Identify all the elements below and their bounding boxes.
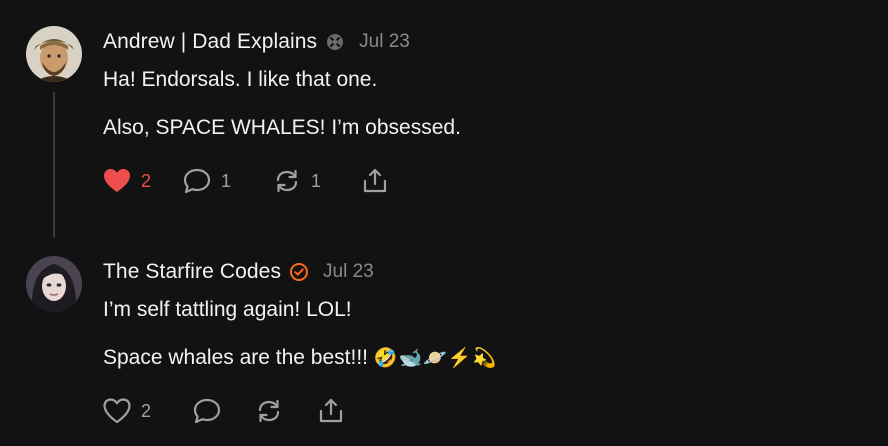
restack-count: 1: [311, 170, 322, 191]
restack-button[interactable]: [255, 398, 317, 424]
emoji-sequence: 🤣🐋🪐⚡💫: [373, 348, 498, 369]
restack-icon: [255, 398, 283, 424]
comment-header: Andrew | Dad Explains Jul 23: [103, 27, 410, 57]
comment-actions: 2 1 1: [103, 166, 389, 196]
reply-button[interactable]: [193, 398, 255, 424]
orange-check-badge-icon: [289, 262, 309, 282]
avatar-starfire[interactable]: [26, 256, 82, 312]
like-button[interactable]: 2: [103, 398, 193, 424]
comment-text: Space whales are the best!!!: [103, 346, 368, 369]
restack-button[interactable]: 1: [273, 168, 361, 194]
comment-text-line: Also, SPACE WHALES! I’m obsessed.: [103, 116, 461, 139]
comment-text-line: Ha! Endorsals. I like that one.: [103, 68, 378, 91]
like-button[interactable]: 2: [103, 168, 183, 194]
heart-outline-icon: [103, 398, 131, 424]
comment-date[interactable]: Jul 23: [359, 31, 410, 53]
like-count: 2: [141, 400, 152, 421]
comment-date[interactable]: Jul 23: [323, 261, 374, 283]
restack-icon: [273, 168, 301, 194]
comment-bubble-icon: [183, 168, 211, 194]
reply-button[interactable]: 1: [183, 168, 273, 194]
avatar-andrew[interactable]: [26, 26, 82, 82]
heart-filled-icon: [103, 168, 131, 194]
share-button[interactable]: [317, 398, 345, 424]
comment-actions: 2: [103, 396, 345, 426]
gray-badge-icon: [325, 32, 345, 52]
thread-connector-line: [53, 92, 55, 238]
comment-text-line-with-emoji: Space whales are the best!!! 🤣🐋🪐⚡💫: [103, 346, 497, 370]
comment-text-line: I’m self tattling again! LOL!: [103, 298, 352, 321]
share-button[interactable]: [361, 168, 389, 194]
avatar-starfire-image: [26, 256, 82, 312]
share-icon: [317, 398, 345, 424]
avatar-andrew-image: [26, 26, 82, 82]
author-name[interactable]: The Starfire Codes: [103, 260, 281, 284]
reply-count: 1: [221, 170, 232, 191]
comment-header: The Starfire Codes Jul 23: [103, 257, 374, 287]
like-count: 2: [141, 170, 152, 191]
share-icon: [361, 168, 389, 194]
author-name[interactable]: Andrew | Dad Explains: [103, 30, 317, 54]
comment-bubble-icon: [193, 398, 221, 424]
